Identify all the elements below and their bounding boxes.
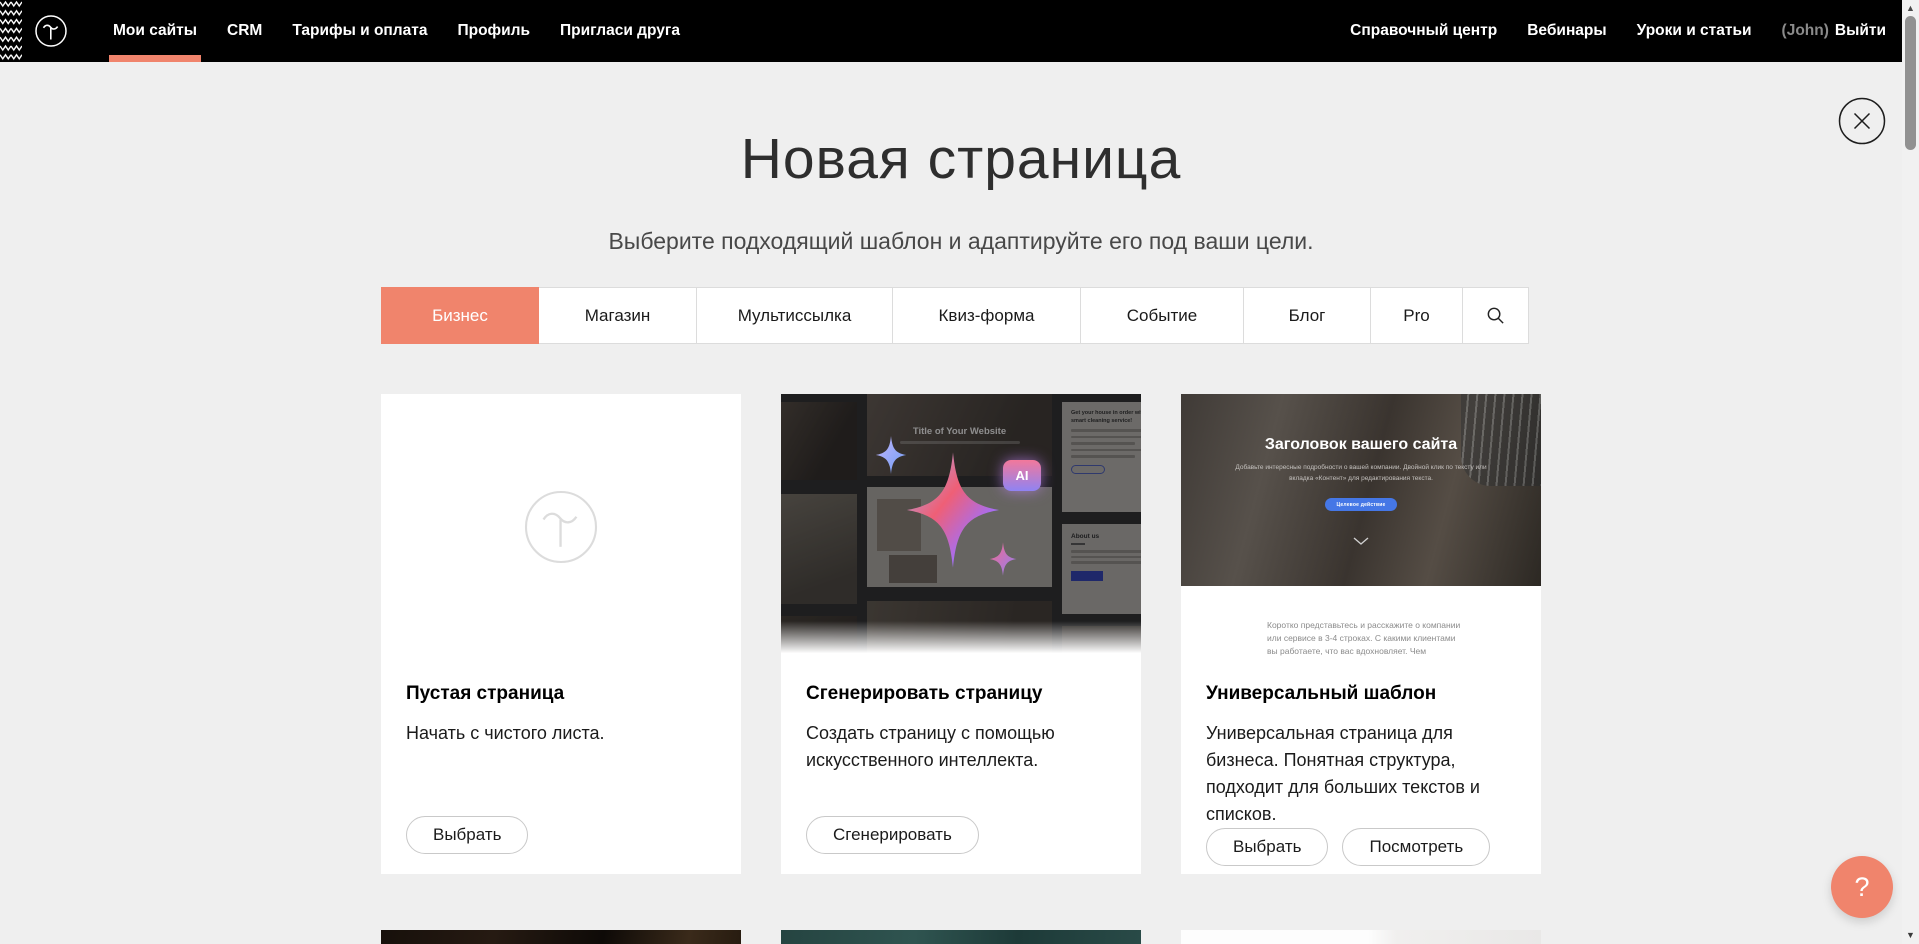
choose-button[interactable]: Выбрать [1206, 828, 1328, 866]
scrollbar[interactable]: ▲ ▼ [1902, 0, 1919, 944]
tab-multilink[interactable]: Мультиссылка [696, 287, 893, 344]
card-title: Пустая страница [406, 683, 716, 705]
card-description: Универсальная страница для бизнеса. Поня… [1206, 720, 1516, 828]
preview-hero: Заголовок вашего сайта Добавьте интересн… [1181, 394, 1541, 586]
ai-template-preview[interactable]: Title of Your Website Get your house in … [781, 394, 1141, 659]
preview-body-text: Коротко представьтесь и расскажите о ком… [1181, 586, 1461, 659]
tab-business[interactable]: Бизнес [381, 287, 539, 344]
tab-blog[interactable]: Блог [1243, 287, 1371, 344]
logout-label: Выйти [1835, 22, 1886, 40]
preview-cta-button: Целевое действие [1325, 498, 1397, 511]
sparkle-icon [989, 542, 1017, 576]
tab-quiz-form[interactable]: Квиз-форма [892, 287, 1081, 344]
card-description: Начать с чистого листа. [406, 720, 716, 747]
nav-profile[interactable]: Профиль [457, 0, 530, 62]
page-title: Новая страница [381, 126, 1541, 192]
zigzag-texture-icon [0, 0, 22, 62]
template-card-universal: Заголовок вашего сайта Добавьте интересн… [1181, 394, 1541, 874]
close-button[interactable] [1838, 97, 1886, 145]
tab-pro[interactable]: Pro [1370, 287, 1463, 344]
tab-search[interactable] [1462, 287, 1529, 344]
nav-my-sites[interactable]: Мои сайты [113, 0, 197, 62]
nav-crm[interactable]: CRM [227, 0, 262, 62]
nav-help-center[interactable]: Справочный центр [1350, 0, 1497, 62]
tilda-watermark-icon [519, 485, 603, 569]
generate-button[interactable]: Сгенерировать [806, 816, 979, 854]
topbar: Мои сайты CRM Тарифы и оплата Профиль Пр… [0, 0, 1902, 62]
user-name: (John) [1782, 22, 1829, 40]
view-button[interactable]: Посмотреть [1342, 828, 1490, 866]
page-subtitle: Выберите подходящий шаблон и адаптируйте… [381, 228, 1541, 255]
help-button[interactable]: ? [1831, 856, 1893, 918]
scrollbar-thumb[interactable] [1905, 16, 1916, 150]
nav-invite-friend[interactable]: Пригласи друга [560, 0, 680, 62]
collage-fade [781, 621, 1141, 659]
universal-template-preview[interactable]: Заголовок вашего сайта Добавьте интересн… [1181, 394, 1541, 659]
close-icon [1838, 97, 1886, 145]
template-category-tabs: Бизнес Магазин Мультиссылка Квиз-форма С… [381, 287, 1529, 344]
template-preview-teal [781, 930, 1141, 944]
template-card-partial[interactable] [781, 930, 1141, 944]
template-preview-light [1181, 930, 1541, 944]
preview-hero-title: Заголовок вашего сайта [1265, 436, 1457, 454]
card-description: Создать страницу с помощью искусственног… [806, 720, 1116, 774]
secondary-nav: Справочный центр Вебинары Уроки и статьи… [1350, 0, 1886, 62]
nav-pricing[interactable]: Тарифы и оплата [292, 0, 427, 62]
template-card-partial[interactable] [381, 930, 741, 944]
template-card-ai: Title of Your Website Get your house in … [781, 394, 1141, 874]
nav-lessons[interactable]: Уроки и статьи [1637, 0, 1752, 62]
template-card-blank: Пустая страница Начать с чистого листа. … [381, 394, 741, 874]
sparkle-icon [875, 436, 907, 474]
card-title: Универсальный шаблон [1206, 683, 1516, 705]
nav-webinars[interactable]: Вебинары [1527, 0, 1606, 62]
nav-logout[interactable]: (John) Выйти [1782, 0, 1886, 62]
ai-badge: AI [1003, 460, 1041, 491]
scroll-up-arrow-icon[interactable]: ▲ [1902, 1, 1919, 15]
template-preview-dark [381, 930, 741, 944]
preview-hero-text: Добавьте интересные подробности о вашей … [1235, 463, 1487, 484]
card-title: Сгенерировать страницу [806, 683, 1116, 705]
template-card-partial[interactable] [1181, 930, 1541, 944]
chevron-down-icon [1353, 537, 1369, 545]
template-grid: Пустая страница Начать с чистого листа. … [381, 394, 1541, 944]
main-nav: Мои сайты CRM Тарифы и оплата Профиль Пр… [113, 0, 680, 62]
choose-button[interactable]: Выбрать [406, 816, 528, 854]
tilda-logo-icon[interactable] [33, 13, 69, 49]
blank-template-preview[interactable] [381, 394, 741, 659]
scroll-down-arrow-icon[interactable]: ▼ [1902, 928, 1919, 942]
tab-store[interactable]: Магазин [538, 287, 697, 344]
tab-event[interactable]: Событие [1080, 287, 1244, 344]
ai-sparkle-icon [905, 452, 1001, 568]
search-icon [1485, 305, 1506, 326]
